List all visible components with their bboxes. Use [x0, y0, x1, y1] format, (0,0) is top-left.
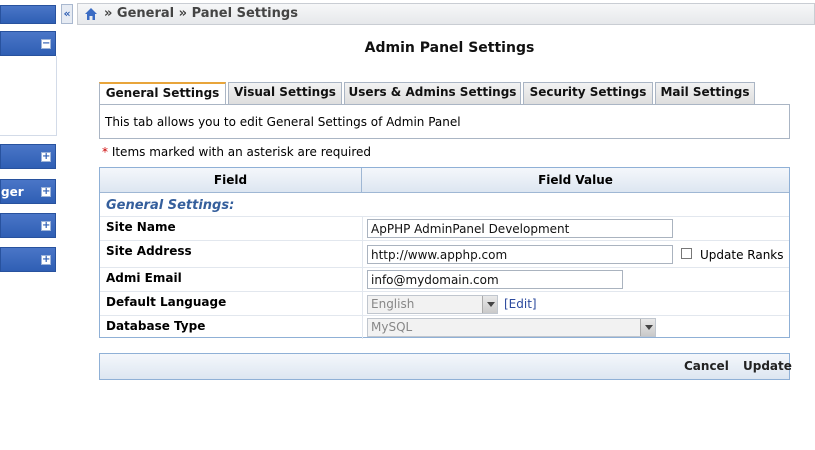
edit-language-link[interactable]: [Edit]	[504, 297, 537, 311]
chevron-down-icon[interactable]	[482, 296, 497, 313]
tab-security-settings[interactable]: Security Settings	[523, 82, 653, 104]
expand-icon[interactable]: +	[41, 255, 51, 265]
database-type-value: MySQL	[371, 320, 413, 334]
field-label: Admi Email	[106, 271, 182, 285]
column-header-field-value: Field Value	[538, 173, 613, 187]
table-row: Database Type MySQL	[100, 315, 789, 339]
settings-table: Field Field Value General Settings: Site…	[99, 167, 790, 339]
site-address-input[interactable]	[367, 245, 673, 264]
expand-icon[interactable]: +	[41, 152, 51, 162]
field-label: Database Type	[106, 319, 206, 333]
breadcrumb: » General » Panel Settings	[77, 3, 815, 25]
field-label: Default Language	[106, 295, 227, 309]
required-note: * Items marked with an asterisk are requ…	[102, 145, 371, 159]
admin-email-input[interactable]	[367, 270, 623, 289]
collapse-sidebar-button[interactable]: «	[61, 4, 73, 24]
tab-mail-settings[interactable]: Mail Settings	[655, 82, 755, 104]
column-header-field: Field	[100, 168, 362, 192]
collapse-icon[interactable]: −	[41, 39, 51, 49]
sidebar-panel-body	[0, 56, 57, 136]
page-title: Admin Panel Settings	[364, 40, 535, 56]
expand-icon[interactable]: +	[41, 187, 51, 197]
site-name-input[interactable]	[367, 219, 673, 238]
update-ranks-checkbox[interactable]	[681, 248, 692, 259]
update-ranks-label: Update Ranks	[700, 248, 784, 262]
required-note-text: Items marked with an asterisk are requir…	[108, 145, 372, 159]
default-language-select[interactable]: English	[367, 295, 498, 314]
sidebar-top-bar	[0, 5, 56, 24]
tab-users-admins-settings[interactable]: Users & Admins Settings	[344, 82, 521, 104]
table-header: Field Field Value	[100, 168, 789, 193]
field-label: Site Name	[106, 220, 176, 234]
field-label: Site Address	[106, 244, 192, 258]
tab-visual-settings[interactable]: Visual Settings	[228, 82, 342, 104]
default-language-value: English	[371, 297, 415, 311]
sidebar-section-4[interactable]: +	[0, 247, 56, 272]
sidebar-section-label: ger	[1, 185, 24, 199]
table-row: Default Language English [Edit]	[100, 291, 789, 315]
database-type-select[interactable]: MySQL	[367, 318, 656, 337]
table-row: Site Name	[100, 216, 789, 240]
sidebar-panel-header[interactable]: −	[0, 31, 56, 56]
sidebar-section-3[interactable]: +	[0, 213, 56, 238]
section-title: General Settings:	[106, 198, 235, 213]
home-icon[interactable]	[84, 7, 98, 21]
chevron-down-icon[interactable]	[640, 319, 655, 336]
action-bar: Cancel Update	[99, 353, 792, 380]
breadcrumb-text: » General » Panel Settings	[104, 6, 298, 21]
table-row: Admi Email	[100, 267, 789, 291]
sidebar-section-2[interactable]: ger +	[0, 179, 56, 204]
update-button[interactable]: Update	[743, 359, 792, 373]
tab-description: This tab allows you to edit General Sett…	[99, 104, 790, 139]
expand-icon[interactable]: +	[41, 221, 51, 231]
cancel-button[interactable]: Cancel	[684, 359, 729, 373]
sidebar-section-1[interactable]: +	[0, 144, 56, 169]
table-row: Site Address Update Ranks	[100, 240, 789, 267]
tab-general-settings[interactable]: General Settings	[99, 82, 226, 105]
